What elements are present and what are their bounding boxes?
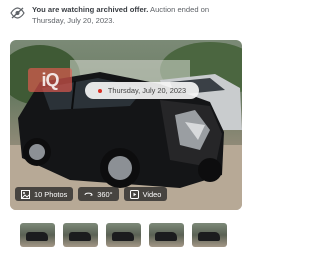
vehicle-main-photo[interactable]: iQ Thursday, July 20, 2023	[10, 40, 242, 210]
spin-360-button-label: 360°	[97, 189, 113, 199]
thumbnail-1[interactable]	[20, 223, 55, 247]
rotate-360-icon	[84, 190, 93, 199]
auction-date-pill: Thursday, July 20, 2023	[85, 82, 199, 99]
thumbnail-2[interactable]	[63, 223, 98, 247]
play-icon	[129, 189, 139, 199]
eye-slash-icon	[10, 5, 25, 21]
photos-button[interactable]: 10 Photos	[15, 187, 74, 201]
photos-icon	[21, 189, 30, 199]
vehicle-photo-illustration	[10, 42, 242, 210]
thumbnail-5[interactable]	[192, 223, 227, 247]
auction-date-label: Thursday, July 20, 2023	[107, 86, 187, 95]
video-button-label: Video	[142, 189, 162, 199]
notice-strong-text: You are watching archived offer.	[32, 5, 149, 14]
thumbnail-strip	[20, 223, 227, 247]
notice-text: You are watching archived offer. Auction…	[32, 4, 242, 26]
photos-button-label: 10 Photos	[34, 189, 68, 199]
video-button[interactable]: Video	[123, 187, 168, 201]
watermark-logo: iQ	[28, 68, 72, 92]
media-buttons: 10 Photos 360° Video	[15, 187, 168, 201]
spin-360-button[interactable]: 360°	[78, 187, 119, 201]
thumbnail-3[interactable]	[106, 223, 141, 247]
status-dot-icon	[97, 88, 102, 93]
archived-offer-notice: You are watching archived offer. Auction…	[10, 4, 242, 34]
thumbnail-4[interactable]	[149, 223, 184, 247]
